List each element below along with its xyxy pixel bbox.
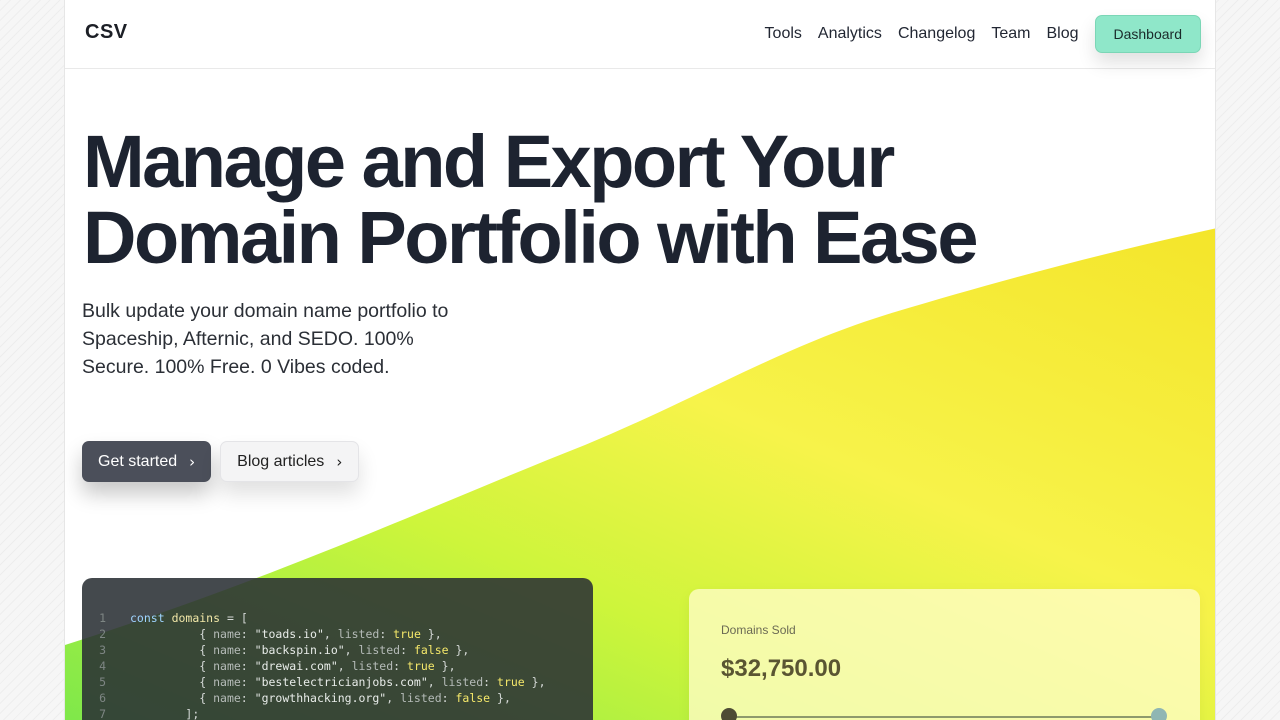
code-line: 2 { name: "toads.io", listed: true }, <box>82 627 593 643</box>
domains-sold-card: Domains Sold $32,750.00 <box>689 589 1200 720</box>
navbar: CSV Tools Analytics Changelog Team Blog … <box>65 0 1215 69</box>
domains-sold-value: $32,750.00 <box>721 655 842 682</box>
nav-link-changelog[interactable]: Changelog <box>898 15 975 53</box>
line-number: 5 <box>99 675 106 689</box>
domains-sold-label: Domains Sold <box>721 623 796 637</box>
line-number: 4 <box>99 659 106 673</box>
get-started-label: Get started <box>98 452 178 470</box>
range-slider-track[interactable] <box>729 716 1159 718</box>
code-line: 4 { name: "drewai.com", listed: true }, <box>82 659 593 675</box>
code-line: 6 { name: "growthhacking.org", listed: f… <box>82 691 593 707</box>
line-number: 2 <box>99 627 106 641</box>
hero-subtitle: Bulk update your domain name portfolio t… <box>82 300 449 378</box>
hero-title-line-2: Domain Portfolio with Ease <box>83 196 979 279</box>
logo[interactable]: CSV <box>85 21 128 44</box>
nav-links: Tools Analytics Changelog Team Blog Dash… <box>749 15 1201 53</box>
get-started-button[interactable]: Get started › <box>82 441 212 482</box>
range-slider-max-handle[interactable] <box>1151 708 1167 720</box>
dashboard-button[interactable]: Dashboard <box>1094 15 1201 53</box>
chevron-right-icon: › <box>336 452 343 471</box>
blog-articles-button[interactable]: Blog articles › <box>220 441 360 482</box>
code-line: 5 { name: "bestelectricianjobs.com", lis… <box>82 675 593 691</box>
nav-link-tools[interactable]: Tools <box>765 15 802 53</box>
code-snippet: 1 const domains = [ 2 { name: "toads.io"… <box>82 578 593 720</box>
range-slider-min-handle[interactable] <box>721 708 737 720</box>
code-line: 3 { name: "backspin.io", listed: false }… <box>82 643 593 659</box>
line-number: 7 <box>99 707 106 720</box>
hero-buttons: Get started › Blog articles › <box>82 441 360 482</box>
page: CSV Tools Analytics Changelog Team Blog … <box>64 0 1216 720</box>
hero-title: Manage and Export Your Domain Portfolio … <box>83 124 1083 276</box>
code-line: 7 ]; <box>82 707 593 720</box>
line-number: 6 <box>99 691 106 705</box>
chevron-right-icon: › <box>189 452 196 471</box>
code-line: 1 const domains = [ <box>82 611 593 627</box>
nav-link-blog[interactable]: Blog <box>1046 15 1078 53</box>
nav-link-analytics[interactable]: Analytics <box>818 15 882 53</box>
line-number: 3 <box>99 643 106 657</box>
hero-title-line-1: Manage and Export Your <box>83 120 895 203</box>
nav-link-team[interactable]: Team <box>991 15 1030 53</box>
blog-articles-label: Blog articles <box>237 452 325 470</box>
line-number: 1 <box>99 611 106 625</box>
